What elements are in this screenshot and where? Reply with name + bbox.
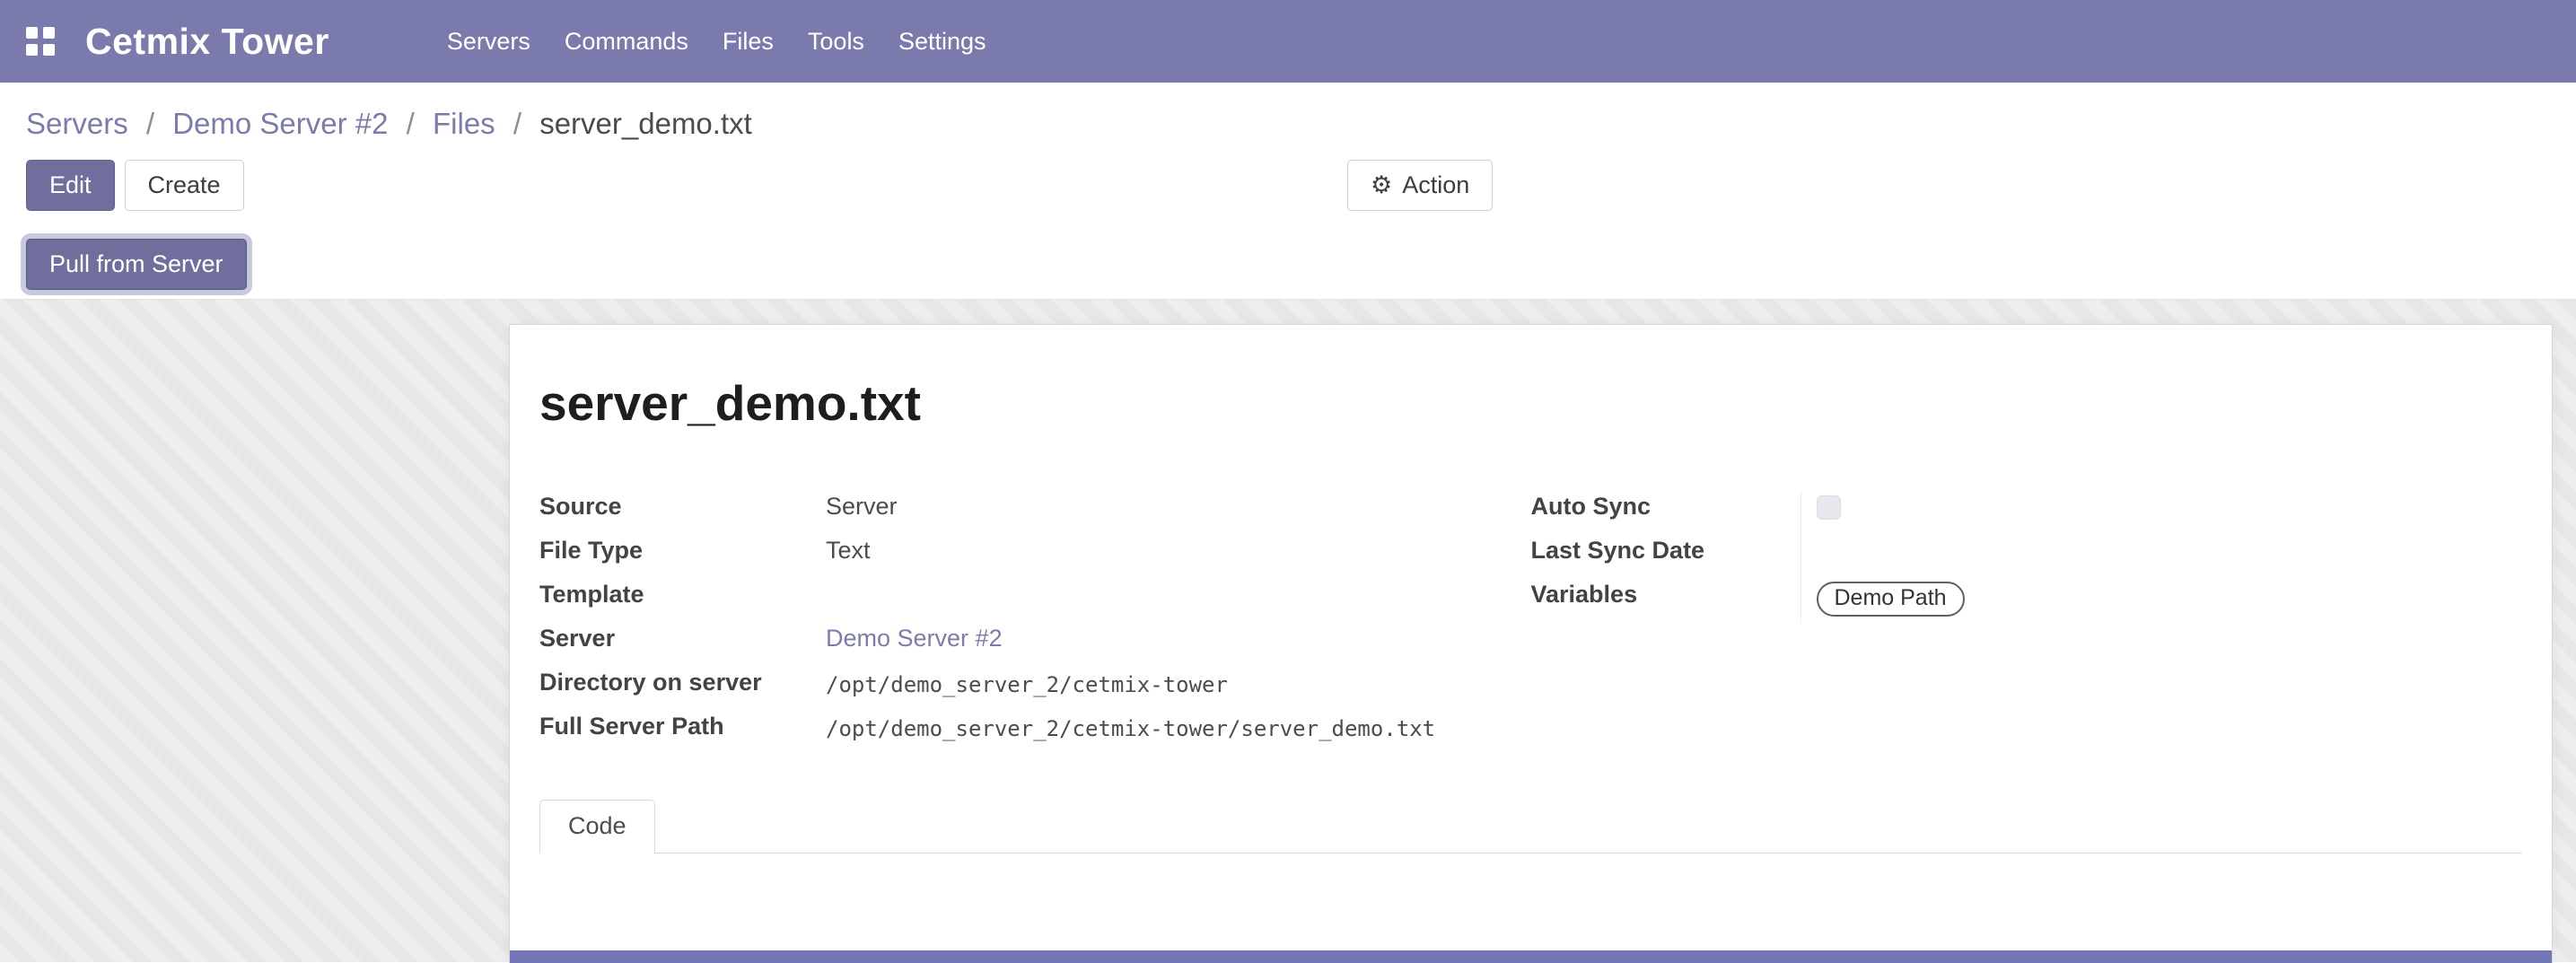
field-group-right: Auto Sync Last Sync Date Variables Demo … [1531,491,2523,755]
variable-tag-demo-path: Demo Path [1817,582,1965,617]
field-value-full-path: /opt/demo_server_2/cetmix-tower/server_d… [826,711,1435,755]
field-row-last-sync-date: Last Sync Date [1531,535,2523,579]
field-row-source: Source Server [539,491,1531,535]
form-view-background: server_demo.txt Source Server File Type … [0,299,2576,962]
field-row-full-path: Full Server Path /opt/demo_server_2/cetm… [539,711,1531,755]
main-menu: Servers Commands Files Tools Settings [430,28,1003,56]
field-value-auto-sync [1801,491,2303,535]
tab-code[interactable]: Code [539,800,655,854]
field-row-template: Template [539,579,1531,623]
field-label-source: Source [539,491,826,535]
field-groups: Source Server File Type Text Template Se… [539,491,2522,755]
breadcrumb-separator: / [146,107,154,140]
code-editor-top-edge [510,950,2552,963]
menu-item-tools[interactable]: Tools [791,28,881,56]
menu-item-files[interactable]: Files [705,28,791,56]
breadcrumb: Servers / Demo Server #2 / Files / serve… [26,83,2550,141]
toolbar-button-row: Edit Create ⚙ Action [26,160,2550,211]
field-value-last-sync-date [1801,535,2303,579]
apps-grid-icon[interactable] [26,27,55,56]
record-title: server_demo.txt [539,374,2522,432]
field-label-variables: Variables [1531,579,1801,623]
field-label-template: Template [539,579,826,623]
field-row-file-type: File Type Text [539,535,1531,579]
breadcrumb-files[interactable]: Files [433,107,495,140]
breadcrumb-separator: / [513,107,521,140]
notebook-tab-bar: Code [539,800,2522,854]
field-value-directory: /opt/demo_server_2/cetmix-tower [826,667,1228,711]
field-value-source: Server [826,491,898,535]
field-label-server: Server [539,623,826,667]
menu-item-servers[interactable]: Servers [430,28,548,56]
pull-from-server-button[interactable]: Pull from Server [26,239,247,290]
breadcrumb-current: server_demo.txt [539,107,752,140]
field-label-last-sync-date: Last Sync Date [1531,535,1801,579]
object-button-row: Pull from Server [26,239,2550,290]
action-button-label: Action [1402,173,1469,197]
field-value-variables: Demo Path [1801,579,2303,623]
top-navbar: Cetmix Tower Servers Commands Files Tool… [0,0,2576,83]
field-label-full-path: Full Server Path [539,711,826,755]
breadcrumb-separator: / [407,107,415,140]
field-value-file-type: Text [826,535,871,579]
action-dropdown-button[interactable]: ⚙ Action [1347,160,1493,211]
field-label-file-type: File Type [539,535,826,579]
app-brand[interactable]: Cetmix Tower [85,21,329,63]
field-label-directory: Directory on server [539,667,826,711]
breadcrumb-demo-server-2[interactable]: Demo Server #2 [172,107,388,140]
menu-item-commands[interactable]: Commands [548,28,705,56]
gear-icon: ⚙ [1371,173,1392,197]
field-row-server: Server Demo Server #2 [539,623,1531,667]
menu-item-settings[interactable]: Settings [881,28,1003,56]
field-value-server-link[interactable]: Demo Server #2 [826,623,1003,667]
auto-sync-checkbox [1817,495,1841,520]
field-label-auto-sync: Auto Sync [1531,491,1801,535]
field-row-directory: Directory on server /opt/demo_server_2/c… [539,667,1531,711]
field-group-left: Source Server File Type Text Template Se… [539,491,1531,755]
field-row-variables: Variables Demo Path [1531,579,2523,623]
breadcrumb-servers[interactable]: Servers [26,107,128,140]
form-sheet: server_demo.txt Source Server File Type … [509,324,2553,963]
control-panel: Servers / Demo Server #2 / Files / serve… [0,83,2576,299]
field-row-auto-sync: Auto Sync [1531,491,2523,535]
create-button[interactable]: Create [125,160,244,211]
edit-button[interactable]: Edit [26,160,115,211]
